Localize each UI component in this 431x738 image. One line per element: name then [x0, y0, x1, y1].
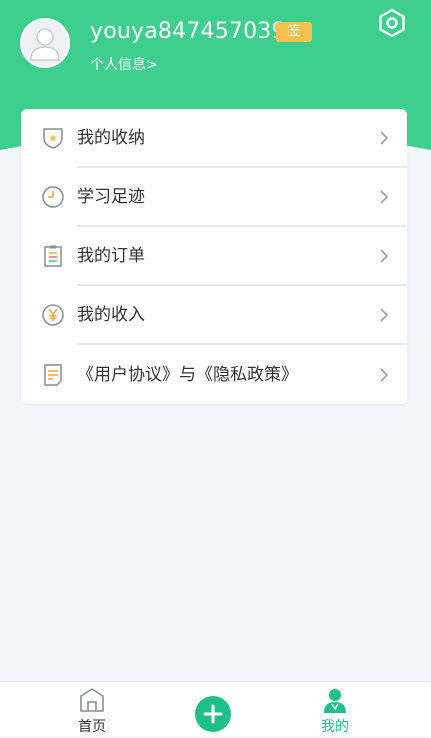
chevron-right-icon [380, 368, 389, 382]
person-icon [324, 689, 346, 713]
chevron-right-icon [380, 131, 389, 145]
menu-item-label: 我的收入 [77, 305, 145, 325]
bottom-tab-bar: 首页 我的 [0, 681, 431, 737]
chevron-right-icon [380, 249, 389, 263]
tab-mine[interactable]: 我的 [295, 682, 375, 738]
clipboard-list-icon [44, 245, 62, 267]
username: youya847457039 [90, 19, 286, 44]
menu-item-orders[interactable]: 我的订单 [21, 227, 407, 285]
menu-item-learning-history[interactable]: 学习足迹 [21, 168, 407, 226]
menu-item-agreement[interactable]: 《用户协议》与《隐私政策》 [21, 346, 407, 404]
menu-item-label: 学习足迹 [77, 187, 145, 207]
add-button[interactable] [195, 696, 231, 732]
yuan-coin-icon [42, 304, 64, 326]
menu-item-label: 我的订单 [77, 246, 145, 266]
settings-icon[interactable] [377, 8, 407, 38]
clock-icon [42, 186, 64, 208]
avatar[interactable] [20, 18, 70, 68]
menu-item-label: 《用户协议》与《隐私政策》 [77, 365, 298, 385]
shield-star-icon [43, 128, 63, 149]
chevron-right-icon [380, 190, 389, 204]
menu-card: 我的收纳 学习足迹 我的订单 我的收入 《用户协议》与《隐私政策》 [21, 109, 407, 404]
menu-item-storage[interactable]: 我的收纳 [21, 109, 407, 167]
tab-mine-label: 我的 [321, 719, 349, 735]
sign-in-badge[interactable]: 签 [276, 22, 312, 42]
profile-info-link[interactable]: 个人信息> [90, 56, 158, 74]
menu-item-label: 我的收纳 [77, 128, 145, 148]
document-icon [44, 364, 62, 386]
avatar-person-icon [30, 28, 60, 61]
home-icon [80, 688, 104, 712]
chevron-right-icon [380, 308, 389, 322]
divider [77, 343, 407, 345]
tab-home-label: 首页 [78, 719, 106, 735]
menu-item-income[interactable]: 我的收入 [21, 286, 407, 344]
plus-icon [203, 704, 223, 724]
tab-home[interactable]: 首页 [52, 682, 132, 738]
